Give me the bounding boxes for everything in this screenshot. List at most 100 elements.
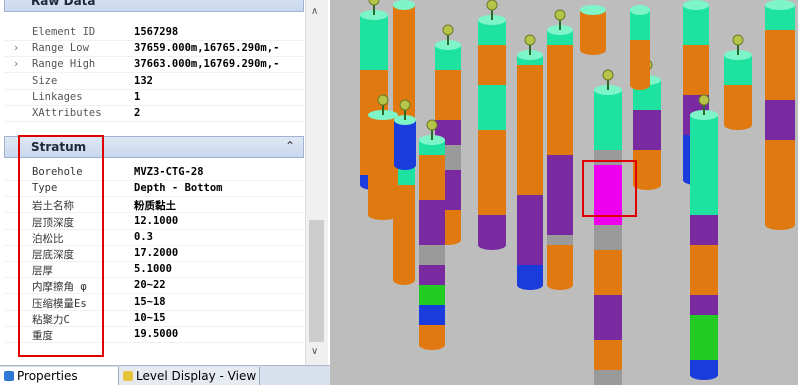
borehole-layer[interactable] xyxy=(547,45,573,155)
borehole-cylinder[interactable] xyxy=(594,69,622,385)
borehole-layer[interactable] xyxy=(765,30,795,100)
borehole-marker-icon xyxy=(426,119,438,131)
borehole-layer[interactable] xyxy=(478,85,506,130)
cylinder-bottom xyxy=(630,80,650,90)
borehole-cylinder[interactable] xyxy=(765,0,795,230)
borehole-marker-icon xyxy=(368,0,380,6)
chevron-right-icon[interactable]: › xyxy=(14,57,18,70)
borehole-marker-icon xyxy=(732,34,744,46)
borehole-cylinder[interactable] xyxy=(368,94,398,220)
borehole-layer[interactable] xyxy=(517,65,543,195)
property-row[interactable]: Element ID 1567298 xyxy=(4,25,304,41)
borehole-cylinder[interactable] xyxy=(517,34,543,290)
scroll-up-arrow-icon[interactable]: ∧ xyxy=(311,6,318,17)
borehole-layer[interactable] xyxy=(690,295,718,315)
borehole-layer[interactable] xyxy=(630,40,650,85)
borehole-layer[interactable] xyxy=(419,305,445,325)
raw-data-section-header[interactable]: Raw Data ⌃ xyxy=(4,0,304,12)
3d-view-viewport[interactable] xyxy=(330,0,798,385)
borehole-layer[interactable] xyxy=(683,45,709,95)
borehole-layer[interactable] xyxy=(419,245,445,265)
scroll-thumb[interactable] xyxy=(309,220,324,342)
borehole-cylinder[interactable] xyxy=(630,5,650,90)
vertical-scrollbar[interactable]: ∧ ∨ xyxy=(305,0,328,365)
property-value: 1 xyxy=(134,90,141,103)
borehole-layer[interactable] xyxy=(594,225,622,250)
borehole-layer[interactable] xyxy=(419,265,445,285)
level-display-icon xyxy=(123,371,133,381)
borehole-layer[interactable] xyxy=(368,115,398,215)
cylinder-bottom xyxy=(368,210,398,220)
borehole-cylinder[interactable] xyxy=(419,119,445,350)
tab-level-display-label: Level Display - View 1 xyxy=(136,369,257,383)
borehole-layer[interactable] xyxy=(547,155,573,235)
property-row[interactable]: › Range Low 37659.000m,16765.290m,- xyxy=(4,41,304,57)
borehole-layer[interactable] xyxy=(765,100,795,140)
borehole-cylinder[interactable] xyxy=(690,94,718,380)
borehole-layer[interactable] xyxy=(683,5,709,45)
borehole-layer[interactable] xyxy=(435,70,461,120)
borehole-layer[interactable] xyxy=(547,235,573,245)
borehole-layer[interactable] xyxy=(594,340,622,370)
property-value: 19.5000 xyxy=(134,328,179,340)
borehole-marker-icon xyxy=(442,24,454,36)
borehole-layer[interactable] xyxy=(594,295,622,340)
borehole-marker-icon xyxy=(377,94,389,106)
tab-properties[interactable]: Properties xyxy=(0,367,119,385)
borehole-layer[interactable] xyxy=(633,110,661,150)
borehole-scene xyxy=(360,0,795,385)
cylinder-bottom xyxy=(394,160,416,170)
chevron-up-icon[interactable]: ⌃ xyxy=(285,0,295,7)
borehole-layer[interactable] xyxy=(690,315,718,360)
property-row[interactable]: XAttributes 2 xyxy=(4,106,304,122)
chevron-right-icon[interactable]: › xyxy=(14,41,18,54)
borehole-layer[interactable] xyxy=(724,85,752,125)
property-name: Range High xyxy=(32,58,96,71)
property-name: Linkages xyxy=(32,90,83,103)
borehole-layer[interactable] xyxy=(765,140,795,225)
highlight-box-selected-layer xyxy=(582,160,637,217)
borehole-layer[interactable] xyxy=(419,285,445,305)
borehole-cylinder[interactable] xyxy=(547,9,573,290)
borehole-layer[interactable] xyxy=(547,245,573,285)
borehole-layer[interactable] xyxy=(690,115,718,215)
borehole-layer[interactable] xyxy=(594,90,622,150)
property-row[interactable]: Size 132 xyxy=(4,74,304,90)
chevron-up-icon[interactable]: ⌃ xyxy=(285,139,295,153)
borehole-layer[interactable] xyxy=(394,120,416,165)
borehole-layer[interactable] xyxy=(633,150,661,185)
property-value: 5.1000 xyxy=(134,263,172,276)
borehole-layer[interactable] xyxy=(594,370,622,385)
borehole-marker-icon xyxy=(399,99,411,111)
cylinder-bottom xyxy=(478,240,506,250)
tab-bar: Properties Level Display - View 1 xyxy=(0,365,330,385)
cylinder-bottom xyxy=(765,220,795,230)
borehole-layer[interactable] xyxy=(419,200,445,245)
borehole-layer[interactable] xyxy=(690,215,718,245)
borehole-cylinder[interactable] xyxy=(478,0,506,250)
borehole-layer[interactable] xyxy=(478,130,506,215)
row-divider xyxy=(4,121,304,122)
cylinder-top xyxy=(630,5,650,15)
borehole-layer[interactable] xyxy=(690,245,718,295)
borehole-layer[interactable] xyxy=(517,195,543,265)
cylinder-bottom xyxy=(393,275,415,285)
tab-properties-label: Properties xyxy=(17,369,78,383)
scroll-down-arrow-icon[interactable]: ∨ xyxy=(311,346,318,357)
borehole-layer[interactable] xyxy=(360,15,388,70)
tab-level-display[interactable]: Level Display - View 1 xyxy=(119,367,260,385)
cylinder-top xyxy=(683,0,709,10)
property-row[interactable]: › Range High 37663.000m,16769.290m,- xyxy=(4,57,304,73)
highlight-box xyxy=(18,135,104,357)
cylinder-top xyxy=(393,0,415,10)
borehole-layer[interactable] xyxy=(580,10,606,50)
borehole-cylinder[interactable] xyxy=(580,5,606,55)
borehole-marker-icon xyxy=(524,34,536,46)
borehole-layer[interactable] xyxy=(594,250,622,295)
borehole-cylinder[interactable] xyxy=(724,34,752,130)
borehole-layer[interactable] xyxy=(419,155,445,200)
property-value: 粉质黏土 xyxy=(134,200,176,213)
property-row[interactable]: Linkages 1 xyxy=(4,90,304,106)
property-name: Range Low xyxy=(32,42,89,55)
borehole-layer[interactable] xyxy=(478,45,506,85)
